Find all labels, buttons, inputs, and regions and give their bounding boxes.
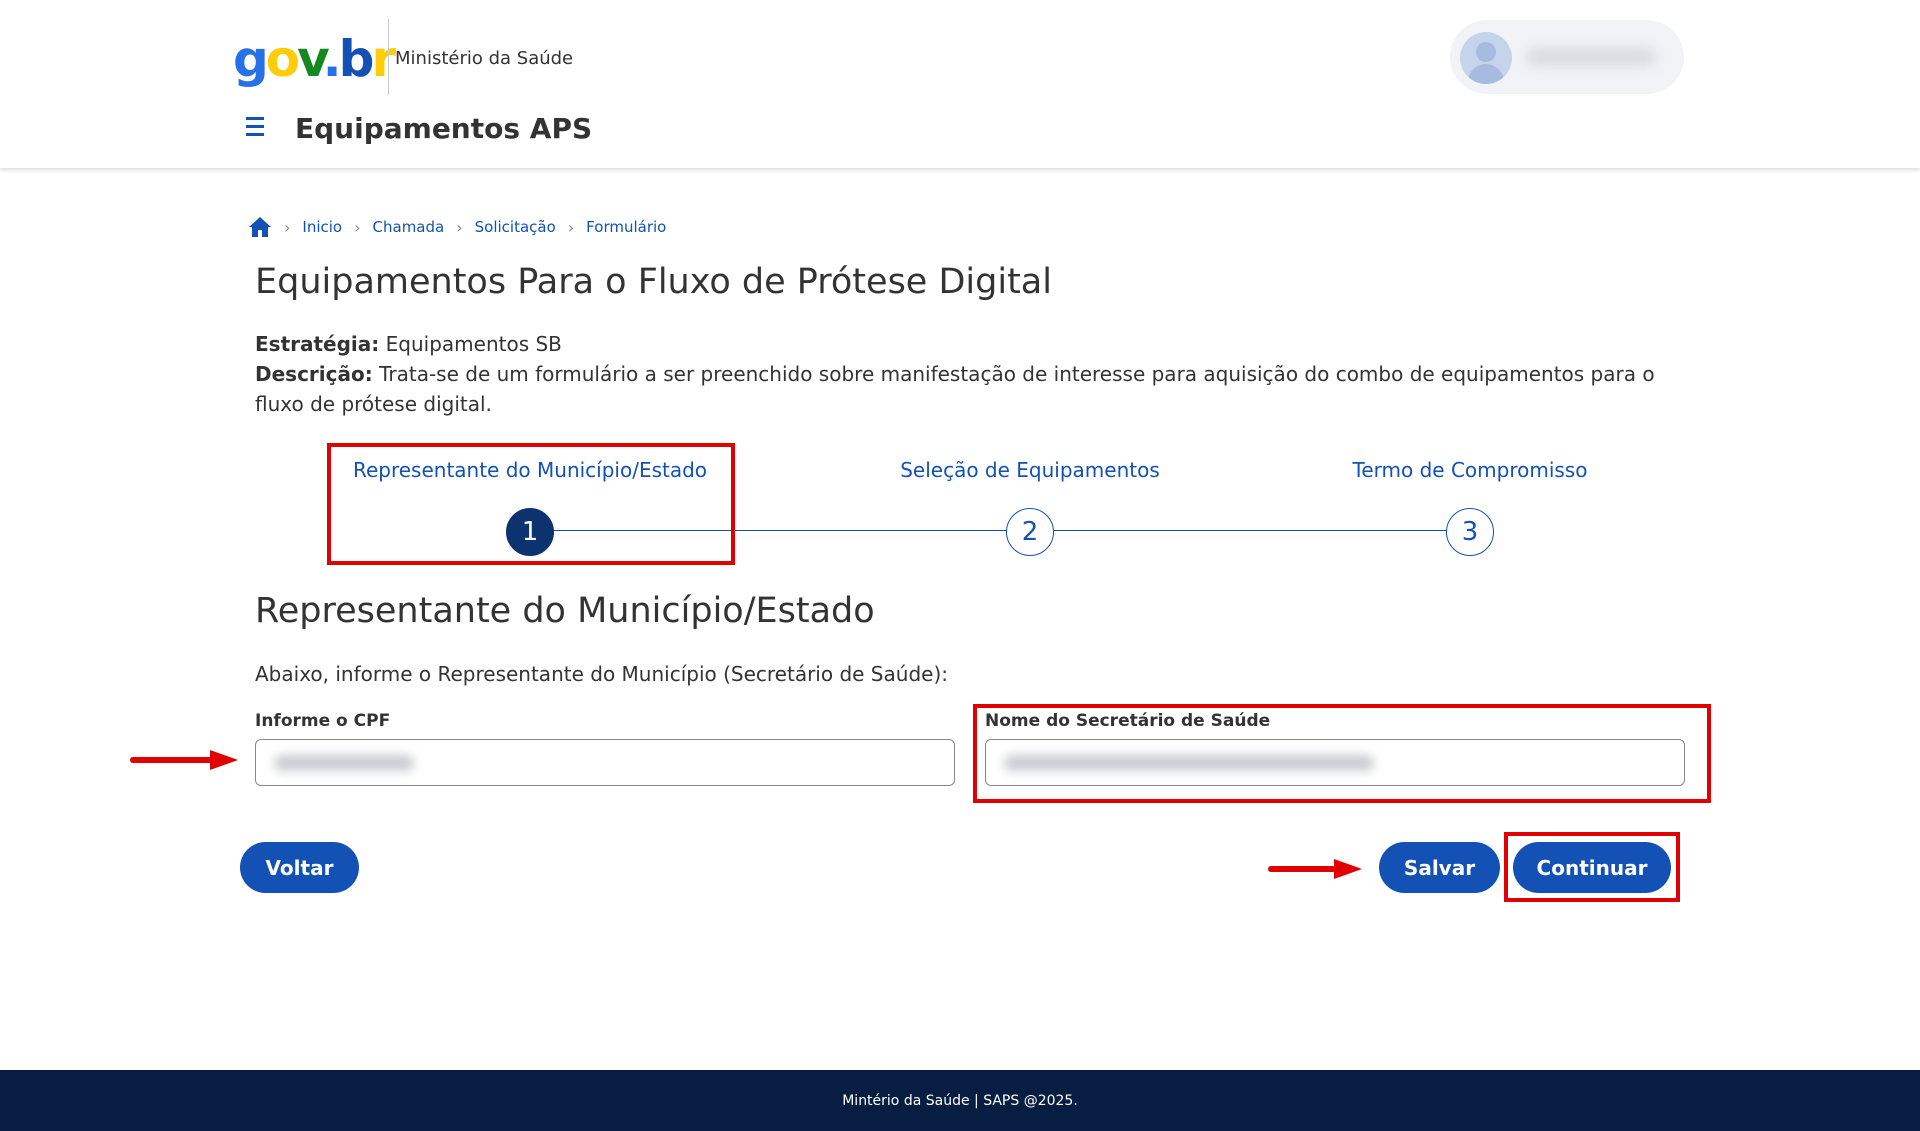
home-icon[interactable] [248, 216, 272, 238]
avatar[interactable] [1460, 32, 1512, 84]
user-menu[interactable] [1450, 20, 1684, 94]
user-name-redacted [1526, 48, 1656, 66]
cpf-value-redacted [274, 755, 414, 771]
logo-divider [388, 19, 389, 95]
step-1-circle[interactable]: 1 [506, 508, 554, 556]
arrow-pointer-cpf [130, 750, 238, 770]
breadcrumb: › Inicio › Chamada › Solicitação › Formu… [248, 212, 666, 242]
back-button[interactable]: Voltar [240, 842, 359, 893]
chevron-right-icon: › [567, 217, 575, 237]
stepper-line [530, 530, 1470, 531]
breadcrumb-chamada[interactable]: Chamada [373, 218, 445, 236]
chevron-right-icon: › [284, 217, 291, 237]
breadcrumb-solicitacao[interactable]: Solicitação [475, 218, 556, 236]
hamburger-menu-icon[interactable] [240, 112, 270, 146]
site-footer: Mintério da Saúde | SAPS @2025. [0, 1070, 1920, 1131]
description-value: Trata-se de um formulário a ser preenchi… [255, 362, 1655, 416]
breadcrumb-formulario[interactable]: Formulário [586, 218, 666, 236]
strategy-line: Estratégia: Equipamentos SB [255, 329, 1695, 359]
form-instruction: Abaixo, informe o Representante do Munic… [255, 662, 948, 686]
save-button[interactable]: Salvar [1379, 842, 1500, 893]
app-title: Equipamentos APS [295, 112, 593, 145]
chevron-right-icon: › [456, 217, 463, 237]
chevron-right-icon: › [354, 217, 361, 237]
page-info: Estratégia: Equipamentos SB Descrição: T… [255, 329, 1695, 419]
footer-text: Mintério da Saúde | SAPS @2025. [842, 1092, 1078, 1109]
cpf-label: Informe o CPF [255, 711, 391, 731]
arrow-pointer-salvar [1268, 859, 1362, 879]
step-2-circle[interactable]: 2 [1006, 508, 1054, 556]
cpf-input[interactable] [255, 739, 955, 786]
description-label: Descrição: [255, 362, 373, 386]
strategy-value: Equipamentos SB [385, 332, 562, 356]
secretary-name-label: Nome do Secretário de Saúde [985, 711, 1271, 731]
govbr-logo[interactable]: gov.br [233, 30, 396, 88]
description-line: Descrição: Trata-se de um formulário a s… [255, 359, 1695, 419]
step-2-label[interactable]: Seleção de Equipamentos [900, 458, 1160, 482]
step-3-circle[interactable]: 3 [1446, 508, 1494, 556]
secretary-name-input[interactable] [985, 739, 1685, 786]
section-title: Representante do Município/Estado [255, 591, 875, 631]
site-header: gov.br Ministério da Saúde Equipamentos … [0, 0, 1920, 168]
step-3-label[interactable]: Termo de Compromisso [1353, 458, 1588, 482]
strategy-label: Estratégia: [255, 332, 380, 356]
name-value-redacted [1004, 755, 1374, 771]
page-title: Equipamentos Para o Fluxo de Prótese Dig… [255, 262, 1052, 302]
ministry-name: Ministério da Saúde [395, 48, 574, 69]
continue-button[interactable]: Continuar [1513, 842, 1671, 893]
breadcrumb-inicio[interactable]: Inicio [302, 218, 342, 236]
step-1-label[interactable]: Representante do Município/Estado [353, 458, 707, 482]
